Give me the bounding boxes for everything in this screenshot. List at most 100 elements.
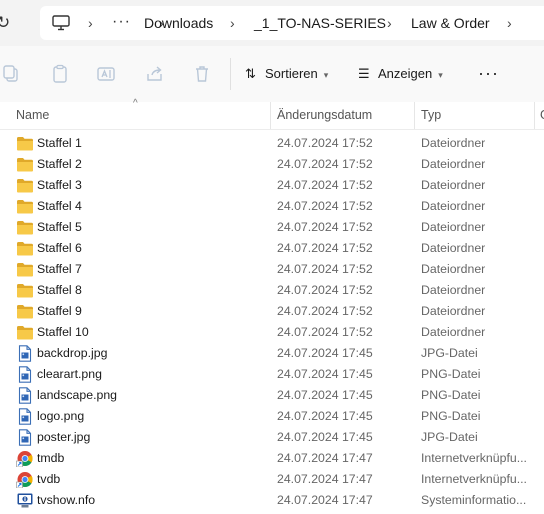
folder-icon (16, 240, 34, 257)
file-date: 24.07.2024 17:47 (277, 451, 373, 465)
file-type: Internetverknüpfu... (421, 472, 527, 486)
file-row[interactable]: landscape.png 24.07.2024 17:45 PNG-Datei (0, 385, 544, 406)
view-button[interactable]: ☰ Anzeigen ▾ (358, 62, 443, 86)
file-date: 24.07.2024 17:52 (277, 199, 373, 213)
file-name: tvdb (37, 472, 61, 486)
delete-icon[interactable] (192, 64, 212, 84)
system-info-icon (16, 492, 34, 509)
breadcrumb[interactable]: › ··· › Downloads › _1_TO-NAS-SERIES › L… (40, 6, 544, 40)
file-row[interactable]: backdrop.jpg 24.07.2024 17:45 JPG-Datei (0, 343, 544, 364)
file-row[interactable]: tvshow.nfo 24.07.2024 17:47 Systeminformat… (0, 490, 544, 511)
file-type: PNG-Datei (421, 367, 481, 381)
chevron-right-icon[interactable]: › (507, 6, 512, 40)
file-row[interactable]: Staffel 10 24.07.2024 17:52 Dateiordner (0, 322, 544, 343)
file-date: 24.07.2024 17:45 (277, 346, 373, 360)
column-divider[interactable] (270, 102, 271, 129)
file-name: Staffel 5 (37, 220, 82, 234)
file-name: clearart.png (37, 367, 102, 381)
column-divider[interactable] (414, 102, 415, 129)
file-type: Dateiordner (421, 157, 486, 171)
file-type: Internetverknüpfu... (421, 451, 527, 465)
file-row[interactable]: tmdb 24.07.2024 17:47 Internetverknüpfu... (0, 448, 544, 469)
refresh-icon[interactable]: ↻ (0, 13, 16, 33)
folder-icon (16, 219, 34, 236)
more-options-button[interactable]: ··· (478, 62, 499, 84)
breadcrumb-item-downloads[interactable]: Downloads (144, 6, 213, 40)
view-label: Anzeigen (378, 66, 433, 81)
file-row[interactable]: Staffel 3 24.07.2024 17:52 Dateiordner (0, 175, 544, 196)
file-row[interactable]: tvdb 24.07.2024 17:47 Internetverknüpfu... (0, 469, 544, 490)
chevron-down-icon: ▾ (438, 70, 443, 80)
file-type: Systeminformatio... (421, 493, 527, 507)
column-date[interactable]: Änderungsdatum (277, 102, 372, 129)
chevron-right-icon[interactable]: › (387, 6, 392, 40)
file-type: Dateiordner (421, 136, 486, 150)
file-row[interactable]: Staffel 9 24.07.2024 17:52 Dateiordner (0, 301, 544, 322)
file-date: 24.07.2024 17:47 (277, 472, 373, 486)
file-type: Dateiordner (421, 241, 486, 255)
chrome-shortcut-icon (16, 471, 34, 489)
folder-icon (16, 303, 34, 320)
file-name: Staffel 3 (37, 178, 82, 192)
file-date: 24.07.2024 17:52 (277, 136, 373, 150)
column-name[interactable]: Name (16, 102, 49, 129)
address-bar: ↻ › ··· › Downloads › _1_TO-NAS-SERIES ›… (0, 0, 544, 46)
file-date: 24.07.2024 17:45 (277, 388, 373, 402)
rename-icon[interactable] (96, 64, 116, 84)
file-type: Dateiordner (421, 325, 486, 339)
breadcrumb-item-series[interactable]: _1_TO-NAS-SERIES (254, 6, 386, 40)
column-size[interactable]: G (540, 102, 544, 129)
file-type: Dateiordner (421, 199, 486, 213)
chevron-right-icon[interactable]: › (230, 6, 235, 40)
sort-button[interactable]: ⇅ Sortieren ▾ (245, 62, 328, 86)
copy-icon[interactable] (2, 64, 22, 84)
paste-icon[interactable] (50, 64, 70, 84)
column-divider[interactable] (534, 102, 535, 129)
file-name: Staffel 2 (37, 157, 82, 171)
folder-icon (16, 324, 34, 341)
column-header: ^ Name Änderungsdatum Typ G (0, 98, 544, 130)
breadcrumb-overflow-button[interactable]: ··· (112, 6, 131, 40)
column-type[interactable]: Typ (421, 102, 441, 129)
file-type: Dateiordner (421, 262, 486, 276)
file-type: PNG-Datei (421, 409, 481, 423)
chevron-right-icon[interactable]: › (88, 6, 93, 40)
this-pc-icon[interactable] (52, 15, 70, 31)
chrome-shortcut-icon (16, 450, 34, 468)
file-date: 24.07.2024 17:52 (277, 178, 373, 192)
file-row[interactable]: Staffel 7 24.07.2024 17:52 Dateiordner (0, 259, 544, 280)
folder-icon (16, 282, 34, 299)
file-row[interactable]: poster.jpg 24.07.2024 17:45 JPG-Datei (0, 427, 544, 448)
file-type: JPG-Datei (421, 430, 478, 444)
sort-ascending-icon: ^ (133, 98, 138, 109)
share-icon[interactable] (145, 64, 165, 84)
file-name: landscape.png (37, 388, 117, 402)
image-file-icon (16, 387, 34, 404)
file-date: 24.07.2024 17:52 (277, 157, 373, 171)
file-type: PNG-Datei (421, 388, 481, 402)
image-file-icon (16, 345, 34, 362)
file-row[interactable]: Staffel 4 24.07.2024 17:52 Dateiordner (0, 196, 544, 217)
image-file-icon (16, 366, 34, 383)
file-name: Staffel 7 (37, 262, 82, 276)
file-row[interactable]: Staffel 8 24.07.2024 17:52 Dateiordner (0, 280, 544, 301)
file-row[interactable]: Staffel 6 24.07.2024 17:52 Dateiordner (0, 238, 544, 259)
image-file-icon (16, 429, 34, 446)
file-type: Dateiordner (421, 304, 486, 318)
file-row[interactable]: clearart.png 24.07.2024 17:45 PNG-Datei (0, 364, 544, 385)
file-row[interactable]: Staffel 2 24.07.2024 17:52 Dateiordner (0, 154, 544, 175)
folder-icon (16, 198, 34, 215)
file-date: 24.07.2024 17:52 (277, 241, 373, 255)
file-type: Dateiordner (421, 220, 486, 234)
file-row[interactable]: Staffel 1 24.07.2024 17:52 Dateiordner (0, 133, 544, 154)
breadcrumb-item-law-and-order[interactable]: Law & Order (411, 6, 490, 40)
file-date: 24.07.2024 17:45 (277, 367, 373, 381)
file-type: Dateiordner (421, 283, 486, 297)
file-name: Staffel 1 (37, 136, 82, 150)
sort-label: Sortieren (265, 66, 318, 81)
file-row[interactable]: logo.png 24.07.2024 17:45 PNG-Datei (0, 406, 544, 427)
file-row[interactable]: Staffel 5 24.07.2024 17:52 Dateiordner (0, 217, 544, 238)
file-date: 24.07.2024 17:45 (277, 430, 373, 444)
file-name: Staffel 4 (37, 199, 82, 213)
file-name: tmdb (37, 451, 65, 465)
